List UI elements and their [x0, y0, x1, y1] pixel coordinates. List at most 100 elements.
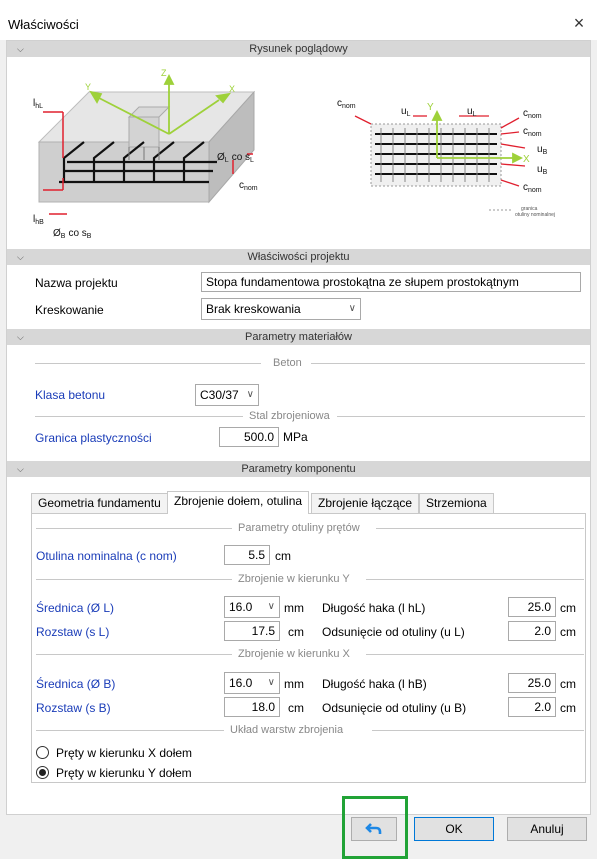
chevron-down-icon: ∨	[348, 303, 356, 314]
x-diameter-value: 16.0	[229, 676, 253, 690]
concrete-class-value: C30/37	[200, 388, 239, 402]
project-name-label: Nazwa projektu	[35, 276, 118, 290]
hatching-dropdown[interactable]: Brak kreskowania ∨	[201, 298, 361, 320]
chevron-down-icon: ∨	[246, 389, 254, 400]
y-spacing-unit: cm	[288, 625, 304, 639]
x-spacing-field[interactable]: 18.0	[224, 697, 280, 717]
concrete-class-label: Klasa betonu	[35, 388, 106, 402]
plan-axis-y-label: Y	[427, 102, 434, 113]
svg-text:cnom: cnom	[523, 108, 542, 120]
section-header-project[interactable]: ⌵ Właściwości projektu	[7, 249, 590, 265]
y-hook-field[interactable]: 25.0	[508, 597, 556, 617]
section-header-components[interactable]: ⌵ Parametry komponentu	[7, 461, 590, 477]
x-offset-unit: cm	[560, 701, 576, 715]
section-title-project: Właściwości projektu	[247, 251, 350, 263]
section-title-materials: Parametry materiałów	[245, 331, 352, 343]
y-offset-label: Odsunięcie od otuliny (u L)	[322, 625, 465, 639]
yield-strength-label: Granica plastyczności	[35, 431, 152, 445]
cover-unit: cm	[275, 549, 291, 563]
svg-text:uL: uL	[401, 106, 411, 118]
tab-stirrups[interactable]: Strzemiona	[419, 493, 494, 513]
x-offset-field[interactable]: 2.0	[508, 697, 556, 717]
cover-field[interactable]: 5.5	[224, 545, 270, 565]
section-title-components: Parametry komponentu	[241, 463, 356, 475]
steel-divider: Stal zbrojeniowa	[35, 410, 585, 422]
section-header-drawing[interactable]: ⌵ Rysunek poglądowy	[7, 41, 590, 57]
x-direction-divider: Zbrojenie w kierunku X	[36, 648, 584, 660]
svg-text:cnom: cnom	[337, 98, 356, 110]
chevron-down-icon: ⌵	[17, 464, 24, 474]
concrete-class-dropdown[interactable]: C30/37 ∨	[195, 384, 259, 406]
plan-axis-x-label: X	[523, 154, 530, 165]
window-title: Właściwości	[8, 17, 79, 32]
x-hook-unit: cm	[560, 677, 576, 691]
y-hook-unit: cm	[560, 601, 576, 615]
chevron-down-icon: ⌵	[17, 44, 24, 54]
svg-text:cnom: cnom	[523, 182, 542, 194]
x-spacing-unit: cm	[288, 701, 304, 715]
cover-label: Otulina nominalna (c nom)	[36, 549, 177, 563]
y-diameter-dropdown[interactable]: 16.0 ∨	[224, 596, 280, 618]
layers-divider: Układ warstw zbrojenia	[36, 724, 584, 736]
close-icon[interactable]: ×	[567, 10, 591, 36]
tab-connecting-reinforcement[interactable]: Zbrojenie łączące	[311, 493, 420, 513]
x-hook-label: Długość haka (l hB)	[322, 677, 427, 691]
foundation-3d-illustration: Y Z X lhL lhB ØL co sL ØB co sB cnom	[33, 68, 258, 240]
axis-z-label: Z	[161, 68, 167, 78]
x-diameter-label: Średnica (Ø B)	[36, 677, 116, 691]
svg-text:uB: uB	[537, 144, 548, 156]
section-title-drawing: Rysunek poglądowy	[249, 43, 348, 55]
chevron-down-icon: ∨	[267, 677, 275, 688]
x-diameter-unit: mm	[284, 677, 304, 691]
chevron-down-icon: ⌵	[17, 252, 24, 262]
y-diameter-unit: mm	[284, 601, 304, 615]
x-spacing-label: Rozstaw (s B)	[36, 701, 111, 715]
ok-button[interactable]: OK	[414, 817, 494, 841]
svg-text:Y Z X: Y Z X	[85, 68, 235, 94]
svg-text:lhB: lhB	[33, 214, 44, 226]
highlight-box	[342, 796, 408, 859]
x-hook-field[interactable]: 25.0	[508, 673, 556, 693]
y-diameter-value: 16.0	[229, 600, 253, 614]
concrete-divider: Beton	[35, 357, 585, 369]
y-spacing-field[interactable]: 17.5	[224, 621, 280, 641]
y-spacing-label: Rozstaw (s L)	[36, 625, 110, 639]
chevron-down-icon: ∨	[267, 601, 275, 612]
section-header-materials[interactable]: ⌵ Parametry materiałów	[7, 329, 590, 345]
radio-x-bottom[interactable]	[36, 746, 49, 759]
yield-strength-unit: MPa	[283, 430, 308, 444]
bottom-reinforcement-panel: Parametry otuliny prętów Otulina nominal…	[31, 513, 586, 783]
tab-bottom-reinforcement[interactable]: Zbrojenie dołem, otulina	[167, 491, 310, 514]
x-diameter-dropdown[interactable]: 16.0 ∨	[224, 672, 280, 694]
axis-y-label: Y	[85, 82, 91, 92]
properties-dialog: Właściwości × ⌵ Rysunek poglądowy Y Z X …	[0, 0, 597, 859]
axis-x-label: X	[229, 84, 235, 94]
svg-text:granica otuliny nomi: granica otuliny nominalnej	[515, 206, 555, 218]
svg-text:ØBco sB: ØB co sB	[53, 228, 92, 240]
cover-divider: Parametry otuliny prętów	[36, 522, 584, 534]
legend-boundary-line2: otuliny nominalnej	[515, 212, 555, 218]
hatching-label: Kreskowanie	[35, 303, 104, 317]
svg-text:uB: uB	[537, 164, 548, 176]
svg-text:cnom: cnom	[523, 126, 542, 138]
y-hook-label: Długość haka (l hL)	[322, 601, 426, 615]
title-bar: Właściwości ×	[0, 0, 597, 40]
y-direction-divider: Zbrojenie w kierunku Y	[36, 573, 584, 585]
y-offset-unit: cm	[560, 625, 576, 639]
chevron-down-icon: ⌵	[17, 332, 24, 342]
svg-text:uL: uL	[467, 106, 477, 118]
project-name-field[interactable]: Stopa fundamentowa prostokątna ze słupem…	[201, 272, 581, 292]
y-offset-field[interactable]: 2.0	[508, 621, 556, 641]
radio-x-bottom-label: Pręty w kierunku X dołem	[56, 746, 193, 760]
hatching-value: Brak kreskowania	[206, 302, 301, 316]
svg-text:ØLco sL: ØL co sL	[217, 152, 254, 164]
property-grid: ⌵ Rysunek poglądowy Y Z X lhL lhB ØL co …	[6, 40, 591, 815]
radio-y-bottom[interactable]	[36, 766, 49, 779]
preview-drawing: Y Z X lhL lhB ØL co sL ØB co sB cnom Y X…	[33, 68, 555, 240]
tab-foundation-geometry[interactable]: Geometria fundamentu	[31, 493, 168, 513]
radio-y-bottom-label: Pręty w kierunku Y dołem	[56, 766, 192, 780]
yield-strength-field[interactable]: 500.0	[219, 427, 279, 447]
y-diameter-label: Średnica (Ø L)	[36, 601, 115, 615]
cancel-button[interactable]: Anuluj	[507, 817, 587, 841]
svg-text:cnom: cnom	[239, 180, 258, 192]
